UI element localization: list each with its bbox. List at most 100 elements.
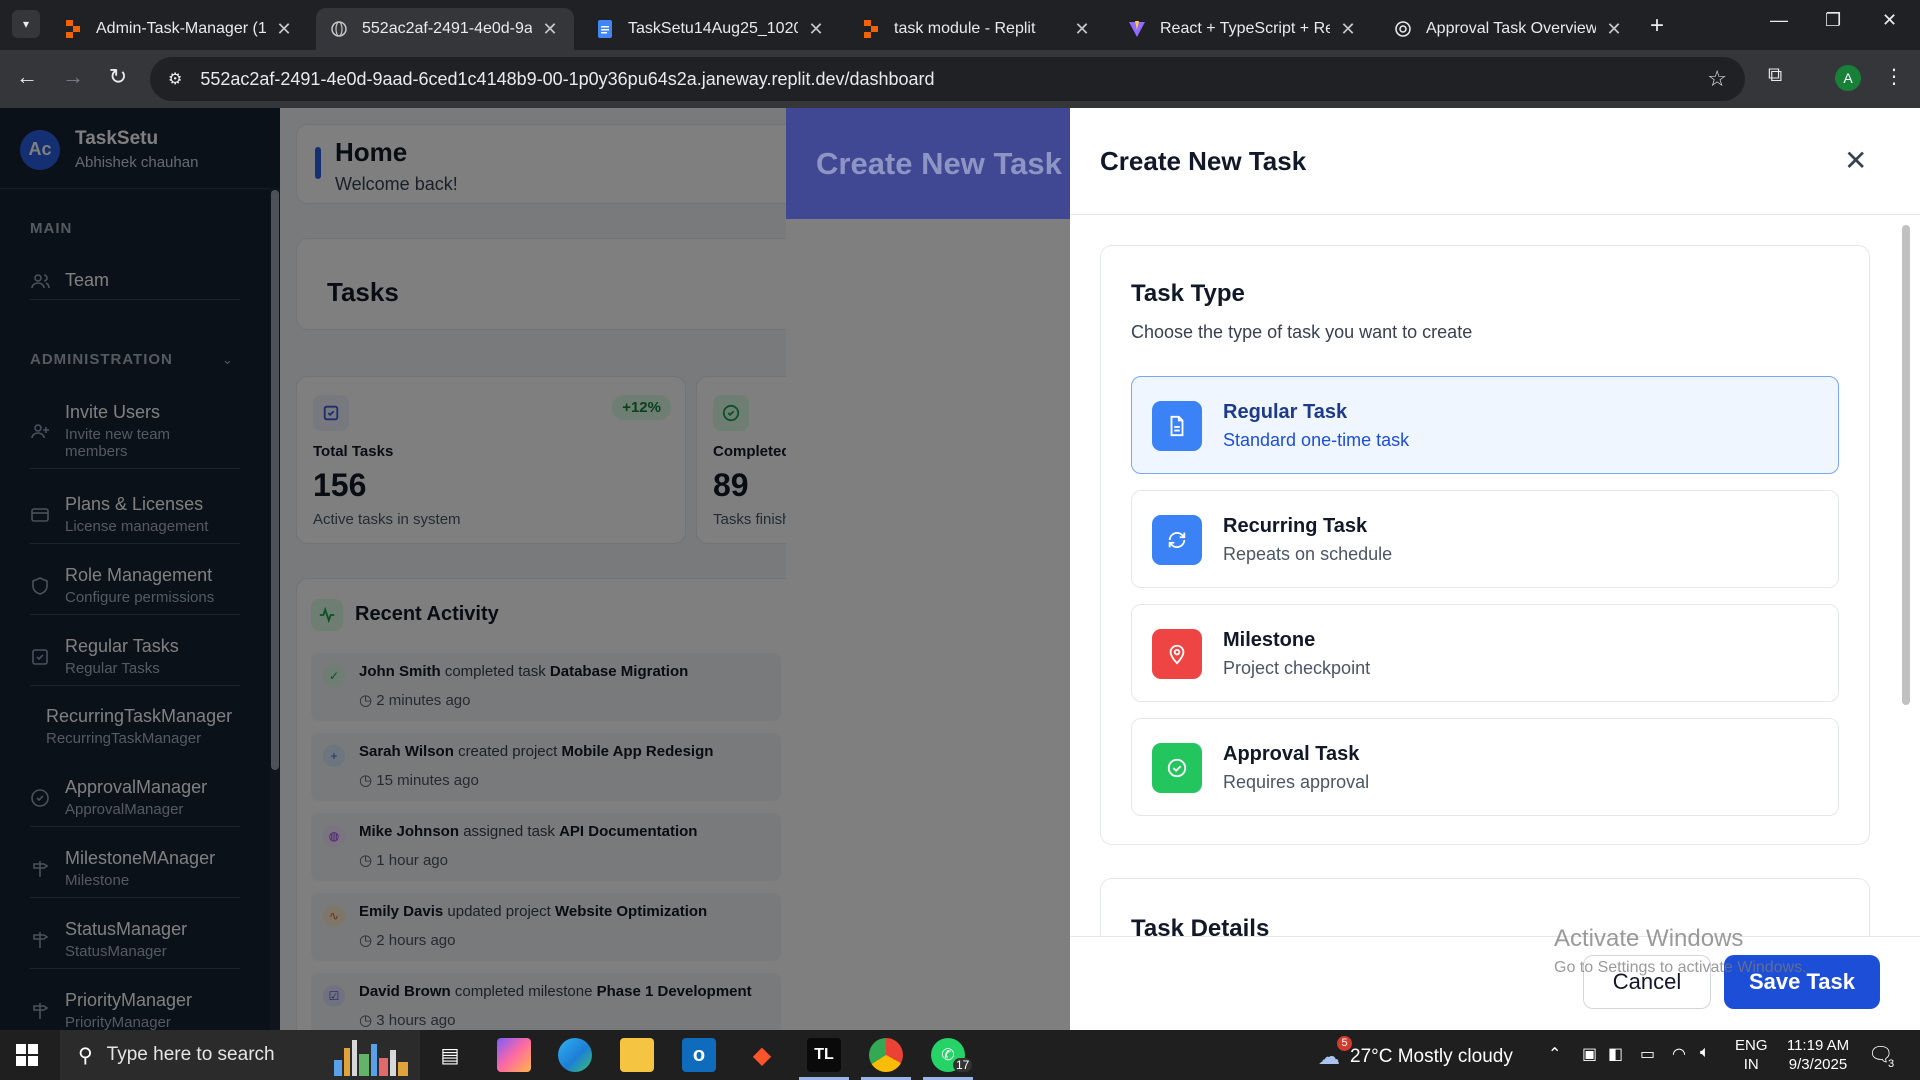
- search-icon: ⚲: [78, 1044, 93, 1067]
- option-title: Milestone: [1223, 629, 1316, 651]
- close-icon[interactable]: ✕: [1844, 144, 1867, 177]
- bookmark-star-icon[interactable]: ☆: [1707, 66, 1727, 92]
- chevron-up-icon[interactable]: ⌃: [1548, 1044, 1561, 1064]
- close-tab-icon[interactable]: ✕: [1604, 19, 1624, 40]
- browser-tab[interactable]: TaskSetu14Aug25_102020 - Google Docs ✕: [582, 8, 840, 50]
- whatsapp-badge: 17: [953, 1058, 973, 1072]
- weather-text: 27°C Mostly cloudy: [1350, 1046, 1513, 1067]
- tab-search-button[interactable]: ▾: [12, 10, 40, 38]
- app-viewport: Ac TaskSetu Abhishek chauhan MAIN Team A…: [0, 108, 1920, 1030]
- docs-icon: [596, 20, 614, 38]
- task-type-card: Task Type Choose the type of task you wa…: [1100, 245, 1870, 845]
- windows-start-icon[interactable]: [16, 1044, 38, 1066]
- city-skyline-icon: [334, 1040, 408, 1076]
- close-tab-icon[interactable]: ✕: [1072, 19, 1092, 40]
- browser-tab[interactable]: Approval Task Overview ✕: [1380, 8, 1638, 50]
- scrollbar-thumb[interactable]: [1902, 225, 1910, 705]
- task-type-option-approval[interactable]: Approval Task Requires approval: [1131, 718, 1839, 816]
- clock-date: 9/3/2025: [1788, 1056, 1848, 1073]
- volume-icon[interactable]: 🔈︎: [1700, 1044, 1710, 1062]
- profile-avatar[interactable]: A: [1835, 65, 1861, 91]
- watermark-line1: Activate Windows: [1554, 925, 1744, 952]
- language-code: ENG: [1735, 1037, 1768, 1054]
- section-title: Task Type: [1131, 280, 1245, 307]
- tab-title: React + TypeScript + Replit: [1160, 20, 1330, 37]
- replit-icon: [862, 20, 880, 38]
- site-info-icon[interactable]: ⚙: [168, 69, 182, 89]
- tray-app-icon[interactable]: ▣: [1582, 1044, 1597, 1064]
- chatgpt-icon: [1394, 20, 1412, 38]
- vite-icon: [1128, 20, 1146, 38]
- panel-scrollbar[interactable]: [1901, 215, 1911, 920]
- section-description: Choose the type of task you want to crea…: [1131, 322, 1473, 342]
- panel-header: Create New Task ✕: [1070, 108, 1920, 215]
- window-close-icon[interactable]: ✕: [1882, 10, 1897, 31]
- browser-tab-strip: ▾ Admin-Task-Manager (1) - Replit ✕ 552a…: [0, 0, 1920, 50]
- tab-title: 552ac2af-2491-4e0d-9aad-6ced1c4148b9: [362, 20, 532, 37]
- option-subtitle: Project checkpoint: [1223, 658, 1371, 678]
- notification-count: 3: [1888, 1058, 1895, 1070]
- watermark-line2: Go to Settings to activate Windows.: [1554, 959, 1807, 976]
- tab-title: TaskSetu14Aug25_102020 - Google Docs: [628, 20, 798, 37]
- option-subtitle: Standard one-time task: [1223, 430, 1410, 450]
- file-explorer-icon[interactable]: [620, 1038, 654, 1072]
- chrome-icon[interactable]: [861, 1038, 911, 1080]
- url-text: 552ac2af-2491-4e0d-9aad-6ced1c4148b9-00-…: [200, 68, 935, 89]
- address-bar[interactable]: ⚙ 552ac2af-2491-4e0d-9aad-6ced1c4148b9-0…: [150, 57, 1745, 101]
- refresh-icon: [1152, 515, 1202, 565]
- brave-icon[interactable]: ◆: [745, 1038, 779, 1072]
- tab-title: Admin-Task-Manager (1) - Replit: [96, 20, 266, 37]
- overlay-title: Create New Task: [816, 146, 1062, 181]
- browser-menu-icon[interactable]: ⋮: [1884, 64, 1904, 89]
- region-code: IN: [1743, 1056, 1759, 1073]
- extensions-icon[interactable]: ⧉: [1768, 64, 1782, 87]
- tl-app-icon[interactable]: TL: [799, 1038, 849, 1080]
- search-placeholder: Type here to search: [106, 1044, 275, 1065]
- globe-icon: [330, 20, 348, 38]
- document-icon: [1152, 401, 1202, 451]
- copilot-icon[interactable]: [497, 1038, 531, 1072]
- close-tab-icon[interactable]: ✕: [1338, 19, 1358, 40]
- browser-tab[interactable]: Admin-Task-Manager (1) - Replit ✕: [50, 8, 308, 50]
- task-type-option-regular[interactable]: Regular Task Standard one-time task: [1131, 376, 1839, 474]
- minimize-icon[interactable]: —: [1770, 10, 1788, 31]
- activate-windows-watermark: Activate Windows Go to Settings to activ…: [1554, 925, 1807, 977]
- option-subtitle: Requires approval: [1223, 772, 1370, 792]
- new-tab-button[interactable]: +: [1650, 12, 1664, 40]
- taskbar-search[interactable]: ⚲ Type here to search: [60, 1030, 420, 1080]
- option-title: Regular Task: [1223, 401, 1348, 423]
- wifi-icon[interactable]: ◠: [1672, 1044, 1686, 1064]
- browser-toolbar: ← → ↻ ⚙ 552ac2af-2491-4e0d-9aad-6ced1c41…: [0, 50, 1920, 108]
- weather-badge: 5: [1337, 1036, 1352, 1051]
- reload-icon[interactable]: ↻: [103, 64, 133, 90]
- check-circle-icon: [1152, 743, 1202, 793]
- windows-taskbar: ⚲ Type here to search ▤ o ◆ TL ✆ 17 ☁ 27…: [0, 1030, 1920, 1080]
- task-view-icon[interactable]: ▤: [433, 1038, 467, 1072]
- clock[interactable]: 11:19 AM 9/3/2025: [1778, 1036, 1858, 1074]
- tray-app-icon[interactable]: ◧: [1608, 1044, 1623, 1064]
- back-icon[interactable]: ←: [12, 64, 42, 90]
- close-tab-icon[interactable]: ✕: [806, 19, 826, 40]
- option-subtitle: Repeats on schedule: [1223, 544, 1393, 564]
- option-title: Recurring Task: [1223, 515, 1368, 537]
- task-type-option-milestone[interactable]: Milestone Project checkpoint: [1131, 604, 1839, 702]
- browser-tab-active[interactable]: 552ac2af-2491-4e0d-9aad-6ced1c4148b9 ✕: [316, 8, 574, 50]
- close-tab-icon[interactable]: ✕: [274, 19, 294, 40]
- restore-icon[interactable]: ❐: [1825, 10, 1841, 31]
- task-type-option-recurring[interactable]: Recurring Task Repeats on schedule: [1131, 490, 1839, 588]
- close-tab-icon[interactable]: ✕: [540, 19, 560, 40]
- tab-title: Approval Task Overview: [1426, 20, 1596, 37]
- edge-icon[interactable]: [558, 1038, 592, 1072]
- battery-icon[interactable]: ▭: [1640, 1044, 1655, 1064]
- create-task-panel: Create New Task ✕ Task Type Choose the t…: [1070, 108, 1920, 1030]
- language-indicator[interactable]: ENG IN: [1735, 1036, 1768, 1074]
- browser-tab[interactable]: task module - Replit ✕: [848, 8, 1106, 50]
- outlook-icon[interactable]: o: [682, 1038, 716, 1072]
- forward-icon[interactable]: →: [58, 64, 88, 90]
- map-pin-icon: [1152, 629, 1202, 679]
- page-header-behind-overlay: Create New Task: [786, 108, 1070, 219]
- replit-icon: [64, 20, 82, 38]
- browser-tab[interactable]: React + TypeScript + Replit ✕: [1114, 8, 1372, 50]
- option-title: Approval Task: [1223, 743, 1360, 765]
- panel-title: Create New Task: [1100, 146, 1307, 176]
